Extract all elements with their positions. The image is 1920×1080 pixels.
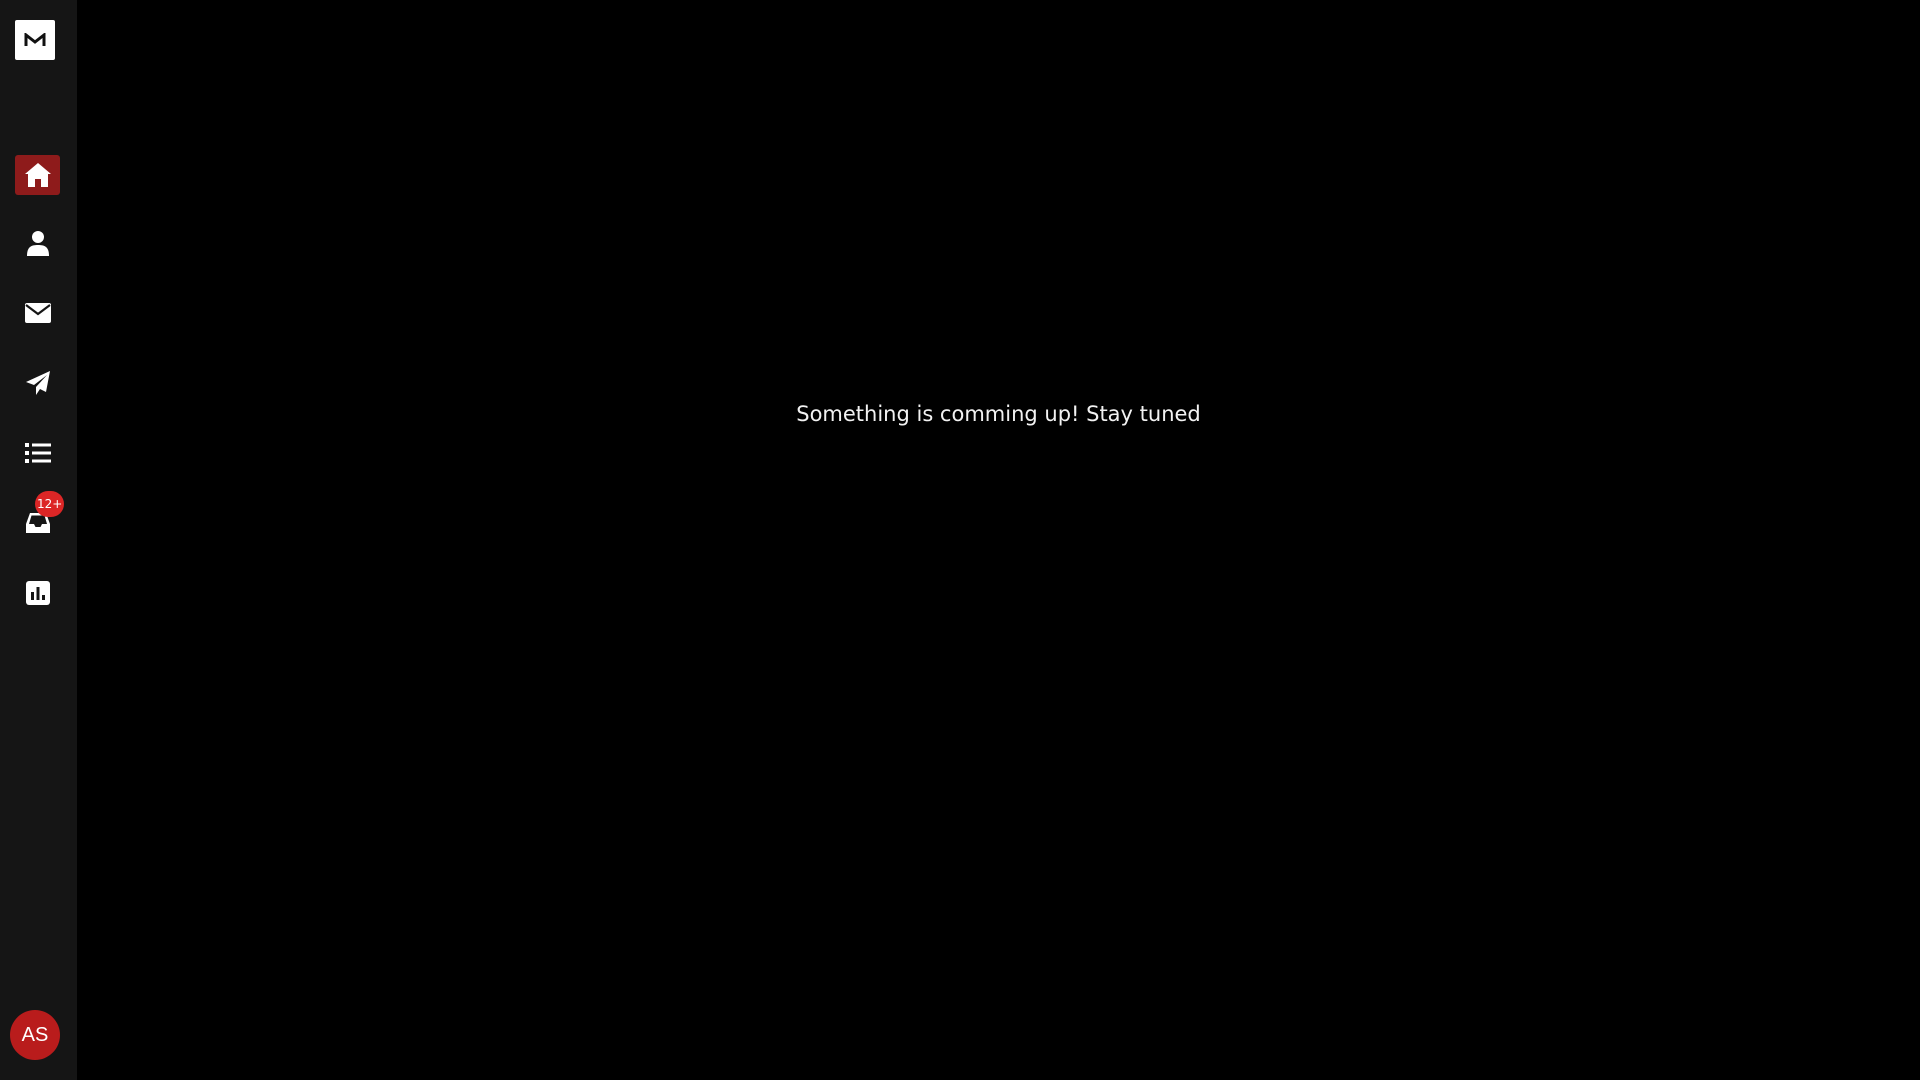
sidebar-item-send[interactable]: [15, 363, 60, 403]
sidebar-item-inbox[interactable]: 12+: [15, 491, 65, 543]
coming-soon-message: Something is comming up! Stay tuned: [796, 402, 1201, 426]
list-icon: [24, 443, 51, 463]
sidebar-item-home[interactable]: [15, 155, 60, 195]
envelope-icon: [24, 303, 51, 323]
user-avatar[interactable]: AS: [10, 1010, 60, 1060]
app-root: 12+ AS Something is comming up! Stay tun…: [0, 0, 1920, 1080]
chart-icon: [25, 581, 50, 605]
paper-plane-icon: [25, 371, 50, 395]
inbox-count-badge: 12+: [35, 491, 65, 517]
logo[interactable]: [15, 20, 55, 60]
sidebar-item-list[interactable]: [15, 433, 60, 473]
logo-m-icon: [24, 33, 46, 46]
sidebar-item-profile[interactable]: [15, 223, 60, 263]
home-icon: [24, 163, 51, 187]
sidebar-item-analytics[interactable]: [15, 573, 60, 613]
sidebar-item-mail[interactable]: [15, 293, 60, 333]
sidebar: 12+ AS: [0, 0, 77, 1080]
main-content: Something is comming up! Stay tuned: [77, 0, 1920, 1080]
user-icon: [26, 231, 49, 256]
